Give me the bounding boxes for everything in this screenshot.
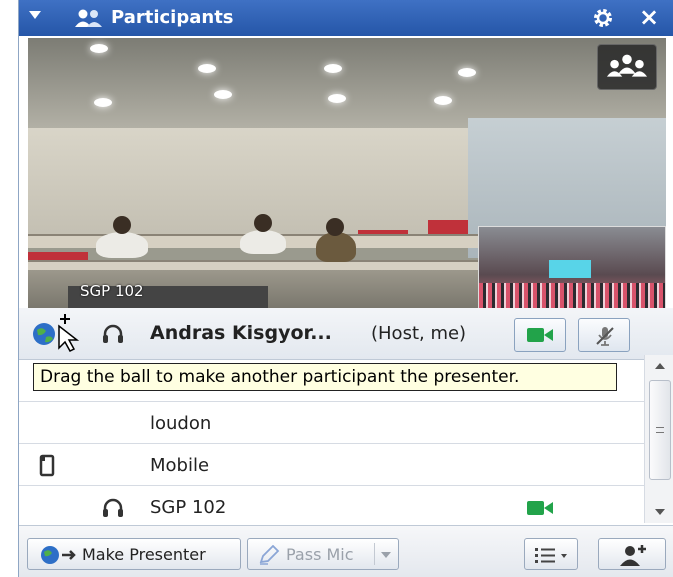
video-feed: SGP 102	[28, 38, 666, 308]
self-name: Andras Kisgyor...	[150, 322, 332, 344]
pip-screen	[549, 260, 591, 278]
video-head	[326, 218, 344, 236]
participants-panel: Participants × SGP 102 Andras Kisgyor...…	[18, 0, 673, 577]
self-view-thumbnail[interactable]	[478, 226, 666, 308]
video-label: SGP 102	[80, 282, 144, 300]
add-user-icon	[620, 545, 646, 566]
camera-icon	[527, 328, 553, 342]
mic-toggle-button[interactable]	[578, 318, 630, 352]
list-icon	[535, 548, 567, 563]
gear-icon[interactable]	[591, 6, 615, 30]
video-person	[96, 232, 148, 258]
presenter-ball-icon[interactable]	[31, 321, 57, 347]
make-presenter-button[interactable]: Make Presenter	[27, 538, 241, 570]
participant-name: Mobile	[150, 455, 210, 476]
list-scrollbar[interactable]	[644, 355, 673, 523]
title-bar: Participants ×	[19, 0, 673, 36]
collapse-arrow-icon[interactable]	[29, 11, 41, 19]
video-light	[328, 94, 346, 103]
video-person	[316, 232, 356, 262]
pass-mic-label: Pass Mic	[286, 545, 354, 564]
dropdown-separator	[374, 543, 375, 565]
self-role: (Host, me)	[371, 323, 467, 344]
presenter-ball-icon	[41, 546, 76, 564]
chevron-down-icon[interactable]	[381, 552, 391, 558]
list-view-button[interactable]	[524, 538, 578, 570]
grip-icon	[656, 427, 664, 433]
video-light	[324, 64, 342, 73]
video-light	[90, 44, 108, 53]
participant-row[interactable]: SGP 102	[19, 486, 644, 528]
mic-muted-icon	[596, 327, 614, 346]
participant-name: loudon	[150, 413, 212, 434]
video-light	[214, 90, 232, 99]
pass-mic-button[interactable]: Pass Mic	[247, 538, 399, 570]
gallery-view-button[interactable]	[597, 44, 657, 90]
drag-tooltip: Drag the ball to make another participan…	[33, 363, 617, 391]
invite-participant-button[interactable]	[598, 538, 666, 570]
make-presenter-label: Make Presenter	[82, 545, 206, 564]
participants-icon	[75, 9, 102, 27]
camera-icon	[527, 501, 553, 515]
video-toggle-button[interactable]	[514, 318, 566, 352]
participant-row[interactable]: Mobile	[19, 444, 644, 486]
video-light	[198, 64, 216, 73]
pencil-icon	[259, 545, 280, 565]
participant-row[interactable]: loudon	[19, 402, 644, 444]
participant-name: SGP 102	[150, 497, 227, 518]
video-head	[254, 214, 272, 232]
video-head	[113, 216, 131, 234]
mobile-icon	[39, 454, 55, 477]
video-light	[94, 98, 112, 107]
cursor-icon	[58, 314, 80, 352]
self-row[interactable]: Andras Kisgyor... (Host, me)	[19, 308, 673, 360]
close-icon[interactable]: ×	[639, 3, 659, 31]
bottom-toolbar: Make Presenter Pass Mic	[19, 525, 673, 577]
headset-icon	[103, 324, 123, 343]
video-light	[458, 68, 476, 77]
panel-title: Participants	[111, 7, 234, 28]
pip-crowd	[479, 283, 665, 308]
scroll-thumb[interactable]	[649, 380, 671, 480]
scroll-down-icon[interactable]	[655, 509, 665, 515]
video-person	[240, 230, 286, 254]
video-light	[434, 96, 452, 105]
group-icon	[606, 54, 648, 77]
headset-icon	[103, 498, 123, 517]
scroll-up-icon[interactable]	[655, 363, 665, 369]
